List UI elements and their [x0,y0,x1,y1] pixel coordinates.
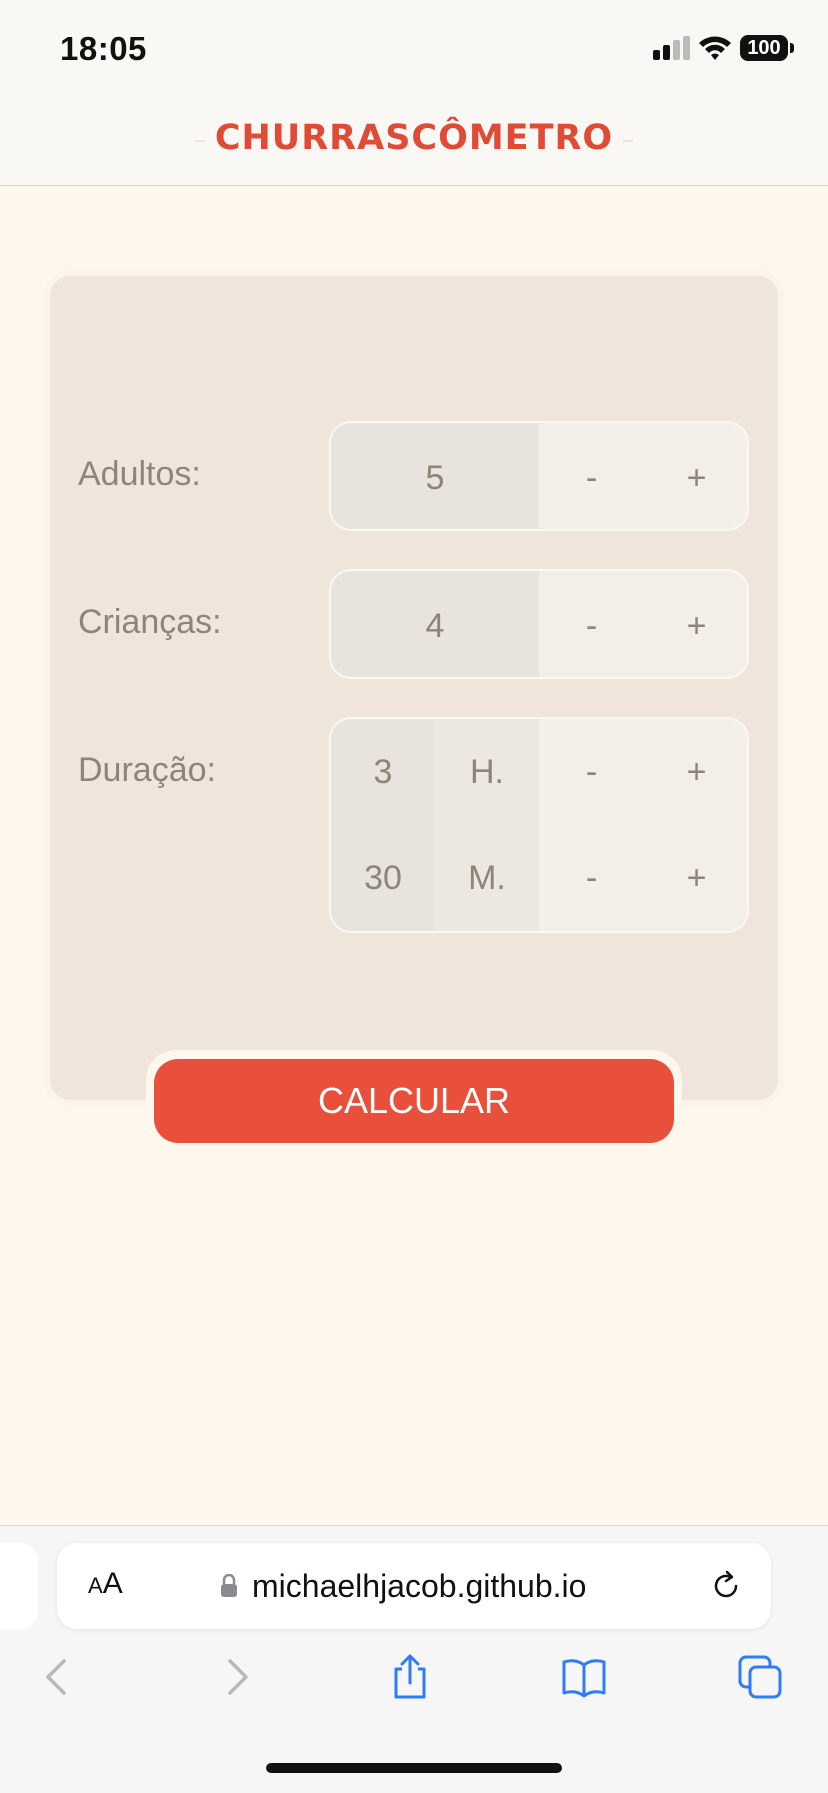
children-plus-button[interactable]: + [644,571,747,677]
home-indicator [266,1763,562,1773]
calculate-button[interactable]: CALCULAR [154,1059,674,1143]
adults-minus-button[interactable]: - [539,423,644,529]
url-text[interactable]: michaelhjacob.github.io [252,1568,586,1605]
minutes-unit: M. [435,825,539,931]
clock: 18:05 [60,30,147,67]
back-icon[interactable] [34,1653,82,1701]
duration-stepper: 3 H. - + 30 M. - + [329,717,749,933]
tabs-icon[interactable] [736,1653,784,1701]
adults-label: Adultos: [78,455,201,493]
previous-tab-peek[interactable] [0,1543,38,1629]
hours-minus-button[interactable]: - [539,719,644,825]
bookmarks-icon[interactable] [560,1653,608,1701]
children-value[interactable]: 4 [331,571,539,677]
battery-tip [790,43,794,53]
adults-value[interactable]: 5 [331,423,539,529]
hours-plus-button[interactable]: + [644,719,747,825]
adults-stepper: 5 - + [329,421,749,531]
minutes-minus-button[interactable]: - [539,825,644,931]
status-bar: 18:05 100 [0,0,828,92]
reload-icon[interactable] [708,1568,744,1604]
wifi-icon [699,36,731,60]
minutes-value[interactable]: 30 [331,825,435,931]
page-title: CHURRASCÔMETRO [0,118,828,158]
children-stepper: 4 - + [329,569,749,679]
hours-unit: H. [435,719,539,825]
forward-icon[interactable] [212,1653,260,1701]
calculator-card [44,270,784,1106]
lock-icon [221,1574,237,1597]
duration-label: Duração: [78,751,216,789]
cellular-signal-icon [653,36,690,60]
children-minus-button[interactable]: - [539,571,644,677]
share-icon[interactable] [386,1653,434,1701]
battery-icon: 100 [740,35,788,61]
children-label: Crianças: [78,603,222,641]
adults-plus-button[interactable]: + [644,423,747,529]
minutes-plus-button[interactable]: + [644,825,747,931]
hours-value[interactable]: 3 [331,719,435,825]
reader-settings-button[interactable]: AA [88,1567,123,1601]
app-header: CHURRASCÔMETRO [0,92,828,186]
